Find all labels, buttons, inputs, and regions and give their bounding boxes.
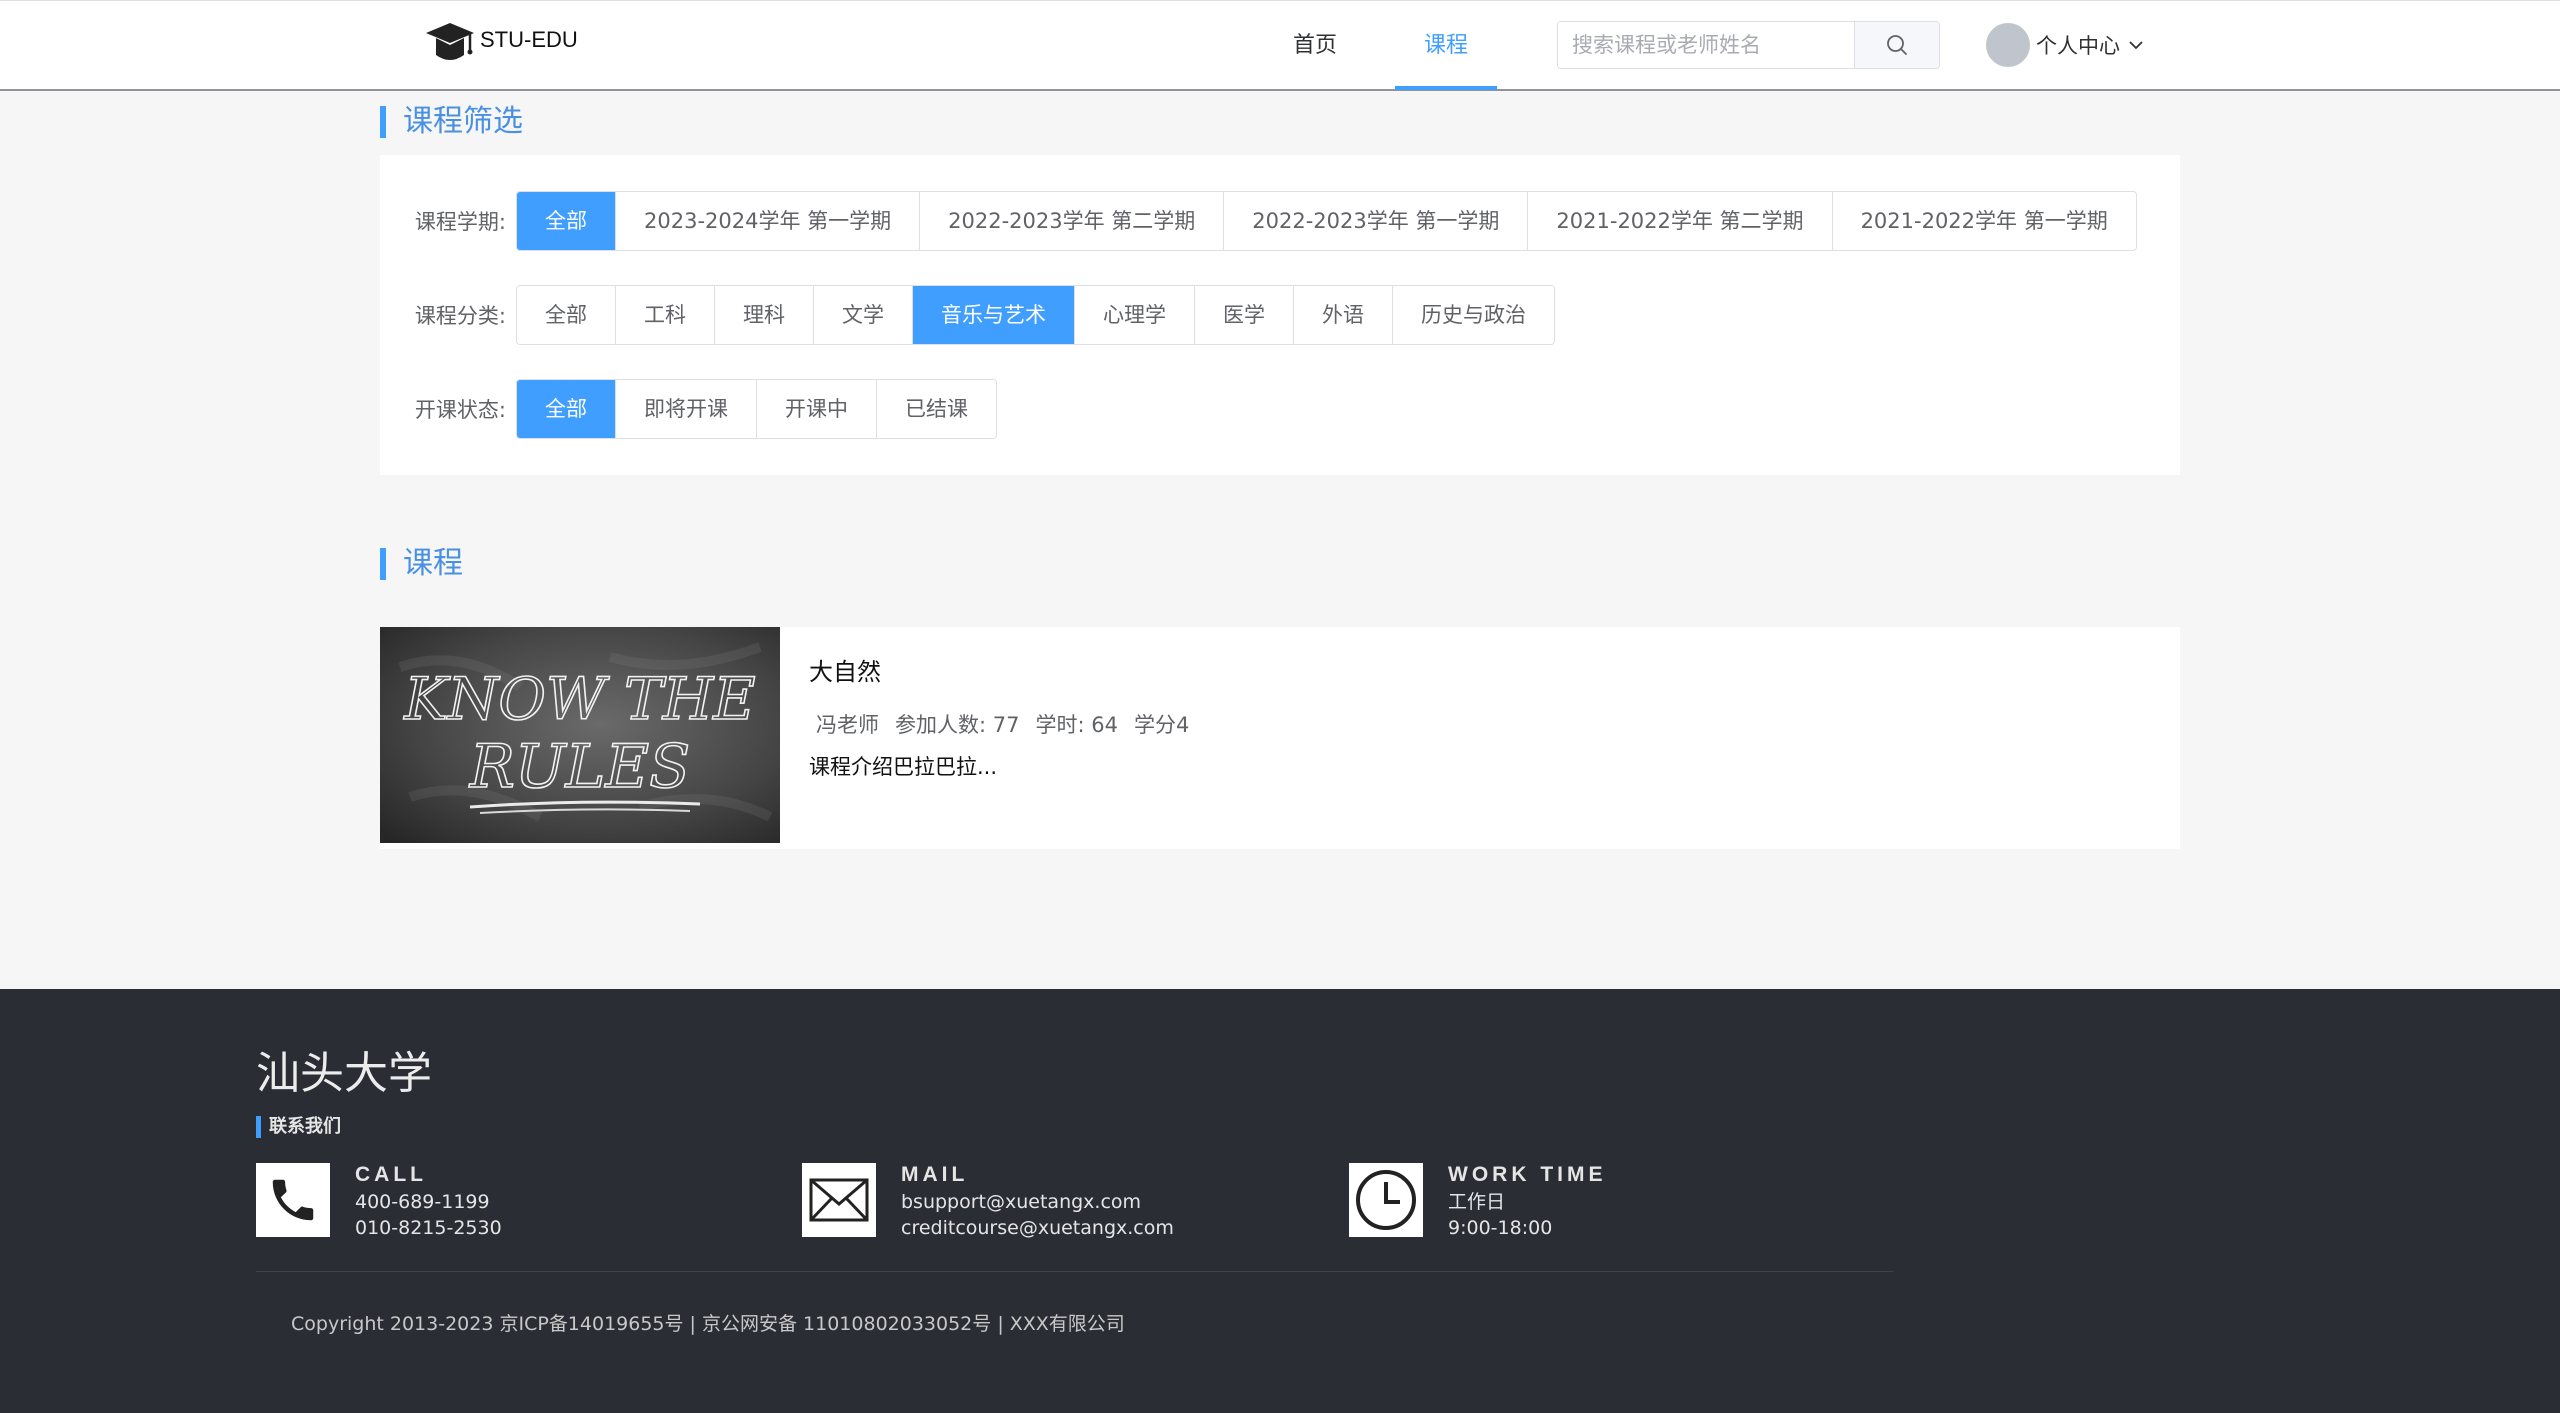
status-option-upcoming[interactable]: 即将开课: [616, 380, 757, 438]
school-name: 汕头大学: [256, 1048, 432, 1099]
logo-text: STU-EDU: [480, 27, 578, 52]
course-title[interactable]: 大自然: [809, 652, 881, 687]
work-time-line-2: 9:00-18:00: [1448, 1217, 1553, 1239]
contact-work-time: WORK TIME 工作日 9:00-18:00: [1349, 1163, 1606, 1239]
status-filter-group: 全部 即将开课 开课中 已结课: [516, 379, 997, 439]
contact-mail: MAIL bsupport@xuetangx.com creditcourse@…: [802, 1163, 1174, 1239]
call-heading: CALL: [355, 1163, 427, 1186]
status-option-ended[interactable]: 已结课: [877, 380, 996, 438]
footer: 汕头大学 联系我们 CALL 400-689-1199 010-8215-253…: [0, 989, 2560, 1413]
filter-panel: 课程学期: 全部 2023-2024学年 第一学期 2022-2023学年 第二…: [380, 155, 2180, 475]
user-center-label: 个人中心: [2036, 34, 2120, 58]
search-box: [1557, 21, 1940, 69]
status-filter-row: 开课状态: 全部 即将开课 开课中 已结课: [380, 379, 997, 439]
filter-section-title: 课程筛选: [380, 106, 523, 138]
search-input[interactable]: [1558, 22, 1854, 68]
category-option-literature[interactable]: 文学: [814, 286, 913, 344]
category-option-science[interactable]: 理科: [715, 286, 814, 344]
course-teacher: 冯老师: [816, 713, 879, 737]
status-filter-label: 开课状态:: [414, 398, 506, 422]
course-section-title: 课程: [380, 548, 463, 580]
chalkboard-image: KNOW THE RULES: [380, 627, 780, 843]
call-line-2: 010-8215-2530: [355, 1217, 502, 1239]
mail-icon: [802, 1163, 876, 1237]
category-option-all[interactable]: 全部: [517, 286, 616, 344]
contact-call: CALL 400-689-1199 010-8215-2530: [256, 1163, 502, 1239]
category-filter-label: 课程分类:: [414, 304, 506, 328]
clock-icon: [1349, 1163, 1423, 1237]
course-credits: 学分4: [1133, 713, 1190, 737]
status-option-all[interactable]: 全部: [517, 380, 616, 438]
search-icon: [1887, 35, 1907, 55]
term-option-2023-2024-1[interactable]: 2023-2024学年 第一学期: [616, 192, 921, 250]
term-option-all[interactable]: 全部: [517, 192, 616, 250]
term-filter-row: 课程学期: 全部 2023-2024学年 第一学期 2022-2023学年 第二…: [380, 191, 2137, 251]
work-time-line-1: 工作日: [1448, 1191, 1506, 1213]
category-option-psychology[interactable]: 心理学: [1075, 286, 1195, 344]
graduation-cap-icon: [426, 23, 474, 60]
term-option-2021-2022-2[interactable]: 2021-2022学年 第二学期: [1528, 192, 1833, 250]
copyright: Copyright 2013-2023 京ICP备14019655号 | 京公网…: [291, 1313, 1125, 1335]
status-option-ongoing[interactable]: 开课中: [757, 380, 877, 438]
category-option-history-politics[interactable]: 历史与政治: [1393, 286, 1554, 344]
work-time-heading: WORK TIME: [1448, 1163, 1607, 1186]
mail-heading: MAIL: [901, 1163, 969, 1186]
nav-course[interactable]: 课程: [1395, 1, 1497, 90]
chevron-down-icon: [2129, 41, 2143, 50]
term-filter-label: 课程学期:: [414, 210, 506, 234]
term-option-2022-2023-1[interactable]: 2022-2023学年 第一学期: [1224, 192, 1529, 250]
course-card[interactable]: KNOW THE RULES 大自然 冯老师 参加人数: 77 学时: 64 学…: [380, 627, 2180, 849]
course-meta: 冯老师 参加人数: 77 学时: 64 学分4: [816, 709, 1189, 739]
avatar[interactable]: [1986, 23, 2030, 67]
phone-icon: [256, 1163, 330, 1237]
thumbnail-line2: RULES: [469, 732, 691, 802]
thumbnail-line1: KNOW THE: [403, 665, 755, 733]
term-option-2022-2023-2[interactable]: 2022-2023学年 第二学期: [920, 192, 1225, 250]
site-logo[interactable]: STU-EDU: [424, 21, 578, 65]
category-filter-group: 全部 工科 理科 文学 音乐与艺术 心理学 医学 外语 历史与政治: [516, 285, 1555, 345]
category-option-engineering[interactable]: 工科: [616, 286, 715, 344]
category-option-music-art[interactable]: 音乐与艺术: [913, 286, 1075, 344]
footer-divider: [256, 1271, 1893, 1272]
contact-title: 联系我们: [256, 1116, 341, 1138]
term-filter-group: 全部 2023-2024学年 第一学期 2022-2023学年 第二学期 202…: [516, 191, 2137, 251]
term-option-2021-2022-1[interactable]: 2021-2022学年 第一学期: [1832, 192, 2136, 250]
call-line-1: 400-689-1199: [355, 1191, 490, 1213]
course-hours: 学时: 64: [1035, 713, 1118, 737]
course-participants: 参加人数: 77: [895, 713, 1020, 737]
course-thumbnail[interactable]: KNOW THE RULES: [380, 627, 780, 843]
course-description: 课程介绍巴拉巴拉...: [809, 755, 998, 779]
nav-home[interactable]: 首页: [1280, 1, 1350, 90]
search-button[interactable]: [1854, 22, 1939, 68]
top-header: STU-EDU 首页 课程 个人中心: [0, 0, 2560, 91]
category-option-medicine[interactable]: 医学: [1195, 286, 1294, 344]
user-center-menu[interactable]: 个人中心: [1986, 23, 2144, 67]
mail-line-2[interactable]: creditcourse@xuetangx.com: [901, 1217, 1174, 1239]
category-filter-row: 课程分类: 全部 工科 理科 文学 音乐与艺术 心理学 医学 外语 历史与政治: [380, 285, 1555, 345]
category-option-foreign-language[interactable]: 外语: [1294, 286, 1393, 344]
mail-line-1[interactable]: bsupport@xuetangx.com: [901, 1191, 1174, 1213]
